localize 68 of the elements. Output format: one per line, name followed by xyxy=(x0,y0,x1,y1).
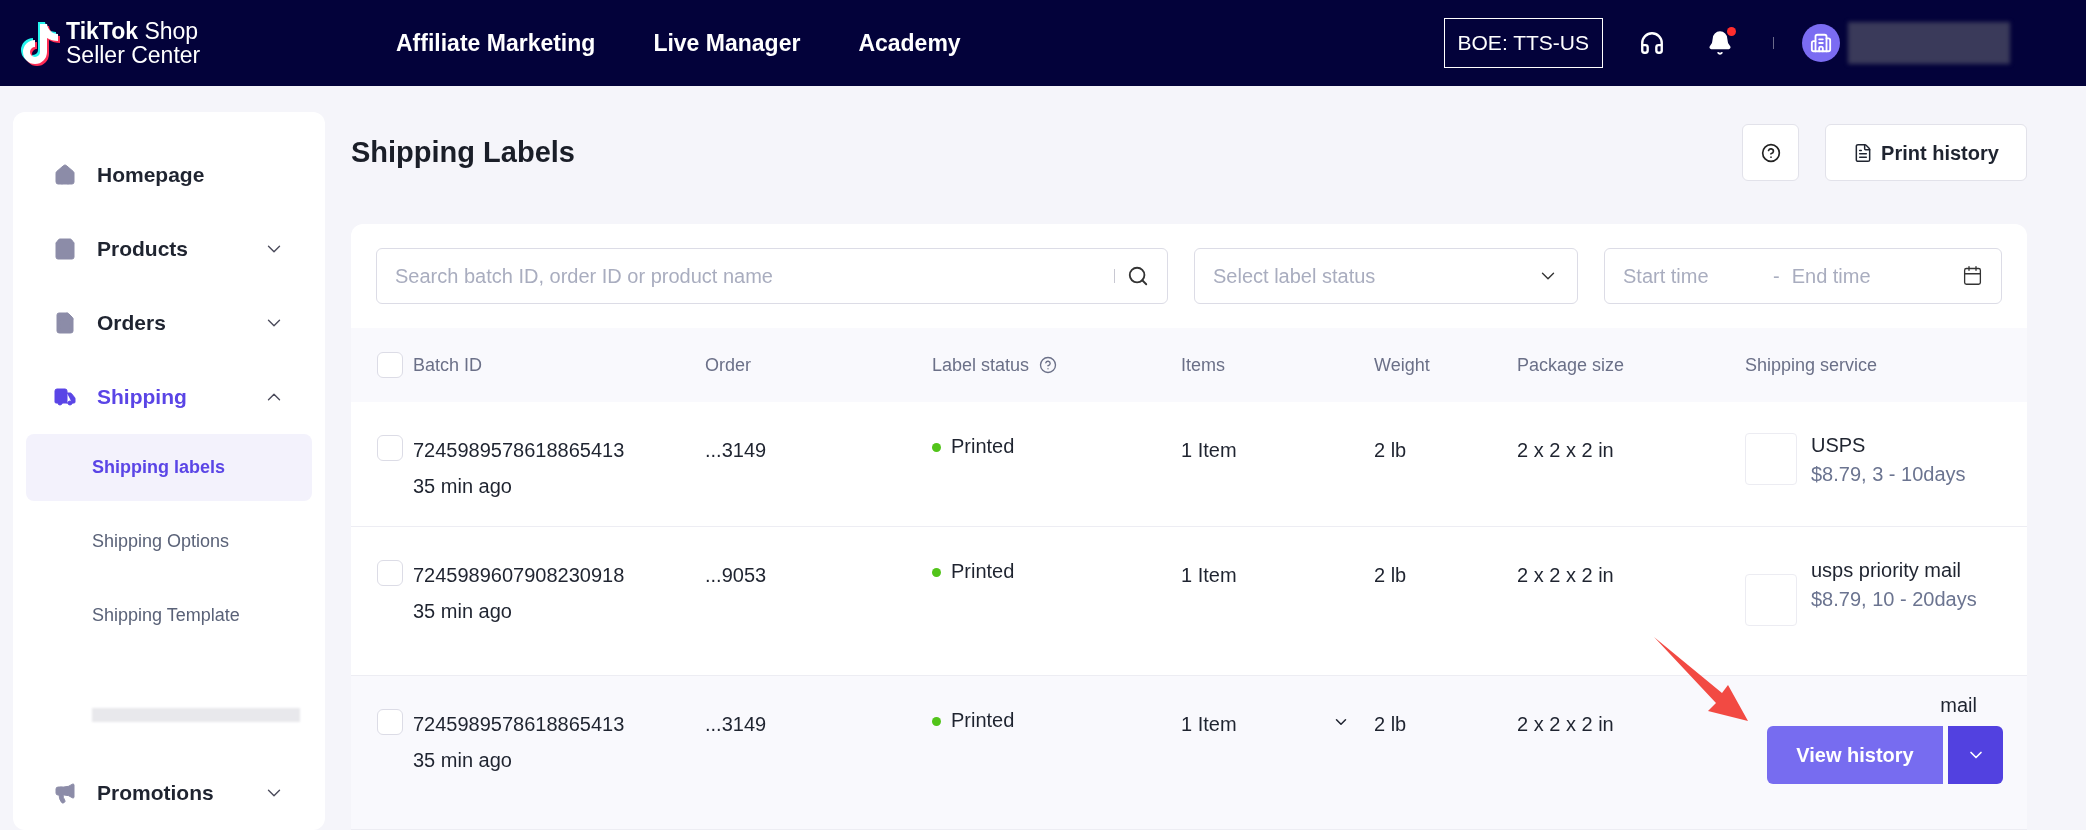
sidebar-item[interactable]: Products xyxy=(13,212,325,286)
column-header: Items xyxy=(1181,353,1225,377)
print-history-button[interactable]: Print history xyxy=(1825,124,2027,182)
page-title: Shipping Labels xyxy=(351,135,576,171)
package-size: 2 x 2 x 2 in xyxy=(1517,564,1614,587)
avatar[interactable] xyxy=(1802,24,1840,62)
home-icon xyxy=(53,163,77,187)
label-status: Printed xyxy=(951,434,1015,460)
items-count: 1 Item xyxy=(1181,712,1237,738)
batch-id: 7245989578618865413 xyxy=(413,712,625,738)
order-number: ...3149 xyxy=(705,439,767,462)
items-count: 1 Item xyxy=(1181,563,1237,589)
timestamp: 35 min ago xyxy=(413,474,513,500)
document-icon xyxy=(53,311,77,335)
dropdown-button[interactable] xyxy=(1948,726,2003,785)
logo-text: TikTok Shop xyxy=(66,19,200,43)
sidebar-item[interactable]: Homepage xyxy=(13,138,325,212)
nav-link[interactable]: Academy xyxy=(858,25,961,61)
items-count: 1 Item xyxy=(1181,438,1237,464)
column-header: Weight xyxy=(1374,353,1430,377)
help-button[interactable] xyxy=(1742,124,1799,182)
sidebar-subitem[interactable]: Shipping Template xyxy=(26,582,312,649)
timestamp: 35 min ago xyxy=(413,748,513,774)
help-icon xyxy=(1039,356,1058,375)
calendar-icon xyxy=(1962,265,1983,287)
package-size: 2 x 2 x 2 in xyxy=(1517,713,1614,736)
column-header: Label status xyxy=(932,353,1030,377)
help-icon xyxy=(1760,142,1781,163)
service-name: mail xyxy=(1940,693,1977,718)
weight: 2 lb xyxy=(1374,439,1407,462)
bell-button[interactable] xyxy=(1707,30,1733,56)
package-size: 2 x 2 x 2 in xyxy=(1517,439,1614,462)
checkbox[interactable] xyxy=(377,352,403,379)
megaphone-icon xyxy=(53,781,77,805)
order-number: ...9053 xyxy=(705,564,767,587)
label-status: Printed xyxy=(951,559,1015,585)
checkbox[interactable] xyxy=(377,435,403,462)
logo-subtitle: Seller Center xyxy=(66,43,201,67)
column-header: Shipping service xyxy=(1745,353,1878,377)
view-history-button[interactable]: View history xyxy=(1767,726,1943,785)
environment-badge: BOE: TTS-US xyxy=(1443,18,1603,68)
sidebar-item[interactable]: Promotions xyxy=(13,756,325,830)
batch-id: 7245989578618865413 xyxy=(413,438,625,464)
sidebar-subitem[interactable]: Shipping Options xyxy=(26,508,312,575)
column-header: Package size xyxy=(1517,353,1625,377)
bag-icon xyxy=(53,237,77,261)
service-name: USPS xyxy=(1811,433,1867,459)
headset-icon[interactable] xyxy=(1639,30,1665,56)
weight: 2 lb xyxy=(1374,713,1407,736)
service-price: $8.79, 10 - 20days xyxy=(1811,587,1978,613)
order-number: ...3149 xyxy=(705,713,767,736)
nav-link[interactable]: Live Manager xyxy=(653,25,801,61)
batch-id: 7245989607908230918 xyxy=(413,563,625,589)
service-price: $8.79, 3 - 10days xyxy=(1811,462,1967,488)
sidebar-subitem[interactable]: Shipping labels xyxy=(26,434,312,501)
label-status: Printed xyxy=(951,708,1015,734)
truck-icon xyxy=(53,385,77,409)
column-header: Batch ID xyxy=(413,353,483,377)
weight: 2 lb xyxy=(1374,564,1407,587)
checkbox[interactable] xyxy=(377,560,403,587)
sidebar-item[interactable]: Orders xyxy=(13,286,325,360)
sidebar-item[interactable]: Shipping xyxy=(13,360,325,434)
search-icon xyxy=(1127,264,1149,287)
nav-link[interactable]: Affiliate Marketing xyxy=(396,25,596,61)
checkbox[interactable] xyxy=(377,709,403,736)
service-name: usps priority mail xyxy=(1811,558,1963,584)
timestamp: 35 min ago xyxy=(413,599,513,625)
column-header: Order xyxy=(705,353,751,377)
